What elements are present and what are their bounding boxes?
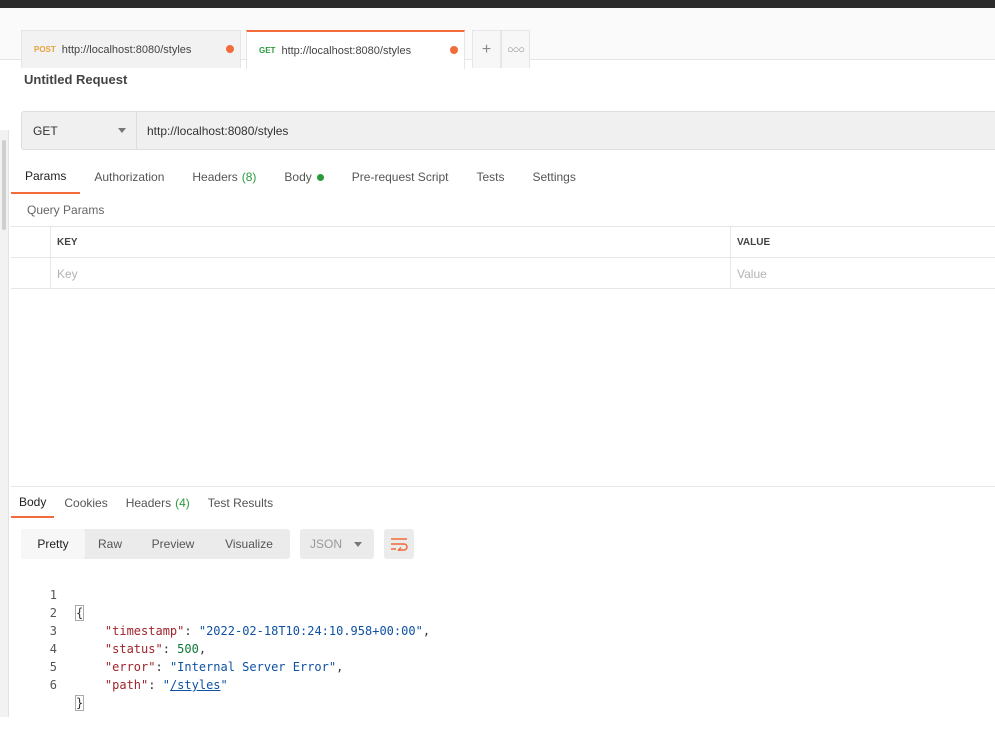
tab-authorization[interactable]: Authorization — [80, 160, 178, 194]
key-input[interactable]: Key — [51, 258, 731, 289]
new-tab-button[interactable]: + — [472, 30, 501, 68]
more-icon: ○○○ — [507, 43, 525, 56]
unsaved-dot-icon — [226, 45, 234, 53]
plus-icon: + — [481, 40, 492, 58]
scroll-thumb[interactable] — [2, 140, 6, 230]
request-tab-get[interactable]: GET http://localhost:8080/styles — [246, 30, 465, 69]
tab-label: Settings — [532, 170, 576, 184]
unsaved-dot-icon — [450, 46, 458, 54]
json-key: "path" — [104, 678, 149, 692]
response-tabs: Body Cookies Headers (4) Test Results — [11, 487, 283, 518]
value-input[interactable]: Value — [731, 258, 995, 289]
method-select[interactable]: GET — [22, 112, 137, 149]
tab-label: Pre-request Script — [351, 170, 449, 184]
checkbox-column-header — [11, 227, 51, 257]
response-tab-cookies[interactable]: Cookies — [56, 487, 115, 518]
code-line: 5 "path": "/styles" — [21, 640, 921, 692]
response-body-editor[interactable]: 1 { 2 "timestamp": "2022-02-18T10:24:10.… — [21, 568, 921, 711]
title-bar — [0, 0, 995, 8]
format-select[interactable]: JSON — [300, 529, 374, 559]
method-value: GET — [33, 123, 58, 138]
pretty-button[interactable]: Pretty — [21, 529, 85, 559]
wrap-lines-button[interactable] — [384, 529, 414, 559]
query-params-table: KEY VALUE Key Value — [11, 226, 995, 289]
table-row: Key Value — [11, 258, 995, 289]
row-checkbox-cell — [11, 258, 51, 289]
view-mode-group: Pretty Raw Preview Visualize — [21, 529, 290, 559]
format-value: JSON — [310, 537, 343, 551]
preview-button[interactable]: Preview — [135, 529, 211, 559]
tab-label: Cookies — [64, 495, 108, 510]
tab-settings[interactable]: Settings — [519, 160, 590, 194]
code-line: 4 "error": "Internal Server Error", — [21, 622, 921, 674]
code-line: 6 } — [21, 658, 921, 711]
request-title[interactable]: Untitled Request — [24, 72, 127, 87]
tab-body[interactable]: Body — [270, 160, 337, 194]
visualize-button[interactable]: Visualize — [211, 529, 287, 559]
table-header-row: KEY VALUE — [11, 227, 995, 258]
tab-label: Params — [25, 169, 67, 183]
response-tab-test-results[interactable]: Test Results — [200, 487, 281, 518]
tab-params[interactable]: Params — [11, 160, 81, 194]
tab-label: Headers — [125, 495, 172, 510]
code-line: 1 { — [21, 568, 921, 621]
request-tabs: Params Authorization Headers (8) Body Pre… — [11, 160, 590, 194]
line-number: 6 — [49, 678, 57, 692]
response-tab-headers[interactable]: Headers (4) — [118, 487, 198, 518]
code-line: 2 "timestamp": "2022-02-18T10:24:10.958+… — [21, 586, 921, 638]
request-tab-strip: POST http://localhost:8080/styles GET ht… — [0, 8, 995, 69]
tab-tests[interactable]: Tests — [462, 160, 518, 194]
tab-url-label: http://localhost:8080/styles — [61, 43, 192, 56]
chevron-down-icon — [118, 128, 126, 133]
tab-label: Authorization — [94, 170, 165, 184]
wrap-lines-icon — [391, 538, 408, 551]
query-params-label: Query Params — [27, 203, 105, 217]
tab-prerequest-script[interactable]: Pre-request Script — [338, 160, 463, 194]
url-bar: GET http://localhost:8080/styles — [21, 111, 995, 150]
tab-label: Test Results — [207, 495, 274, 510]
code-line: 3 "status": 500, — [21, 604, 921, 656]
tab-label: Body — [19, 494, 47, 509]
key-column-header: KEY — [51, 227, 731, 257]
tab-headers[interactable]: Headers (8) — [178, 160, 270, 194]
chevron-down-icon — [354, 541, 362, 547]
headers-count: (8) — [241, 170, 257, 184]
tab-method-label: POST — [34, 45, 56, 54]
tab-url-label: http://localhost:8080/styles — [281, 44, 412, 57]
response-tab-body[interactable]: Body — [11, 487, 55, 518]
more-tabs-button[interactable]: ○○○ — [501, 30, 530, 68]
value-column-header: VALUE — [737, 236, 771, 248]
url-input[interactable]: http://localhost:8080/styles — [137, 112, 995, 149]
json-brace: } — [74, 695, 85, 711]
json-path-link[interactable]: /styles — [170, 678, 221, 692]
raw-button[interactable]: Raw — [85, 529, 135, 559]
tab-label: Body — [284, 170, 312, 184]
tab-label: Tests — [476, 170, 505, 184]
sidebar-scrollbar[interactable] — [0, 130, 9, 717]
body-indicator-icon — [316, 173, 324, 181]
tab-label: Headers — [192, 170, 238, 184]
response-headers-count: (4) — [175, 495, 190, 510]
request-tab-post[interactable]: POST http://localhost:8080/styles — [21, 30, 241, 68]
tab-method-label: GET — [259, 46, 276, 55]
